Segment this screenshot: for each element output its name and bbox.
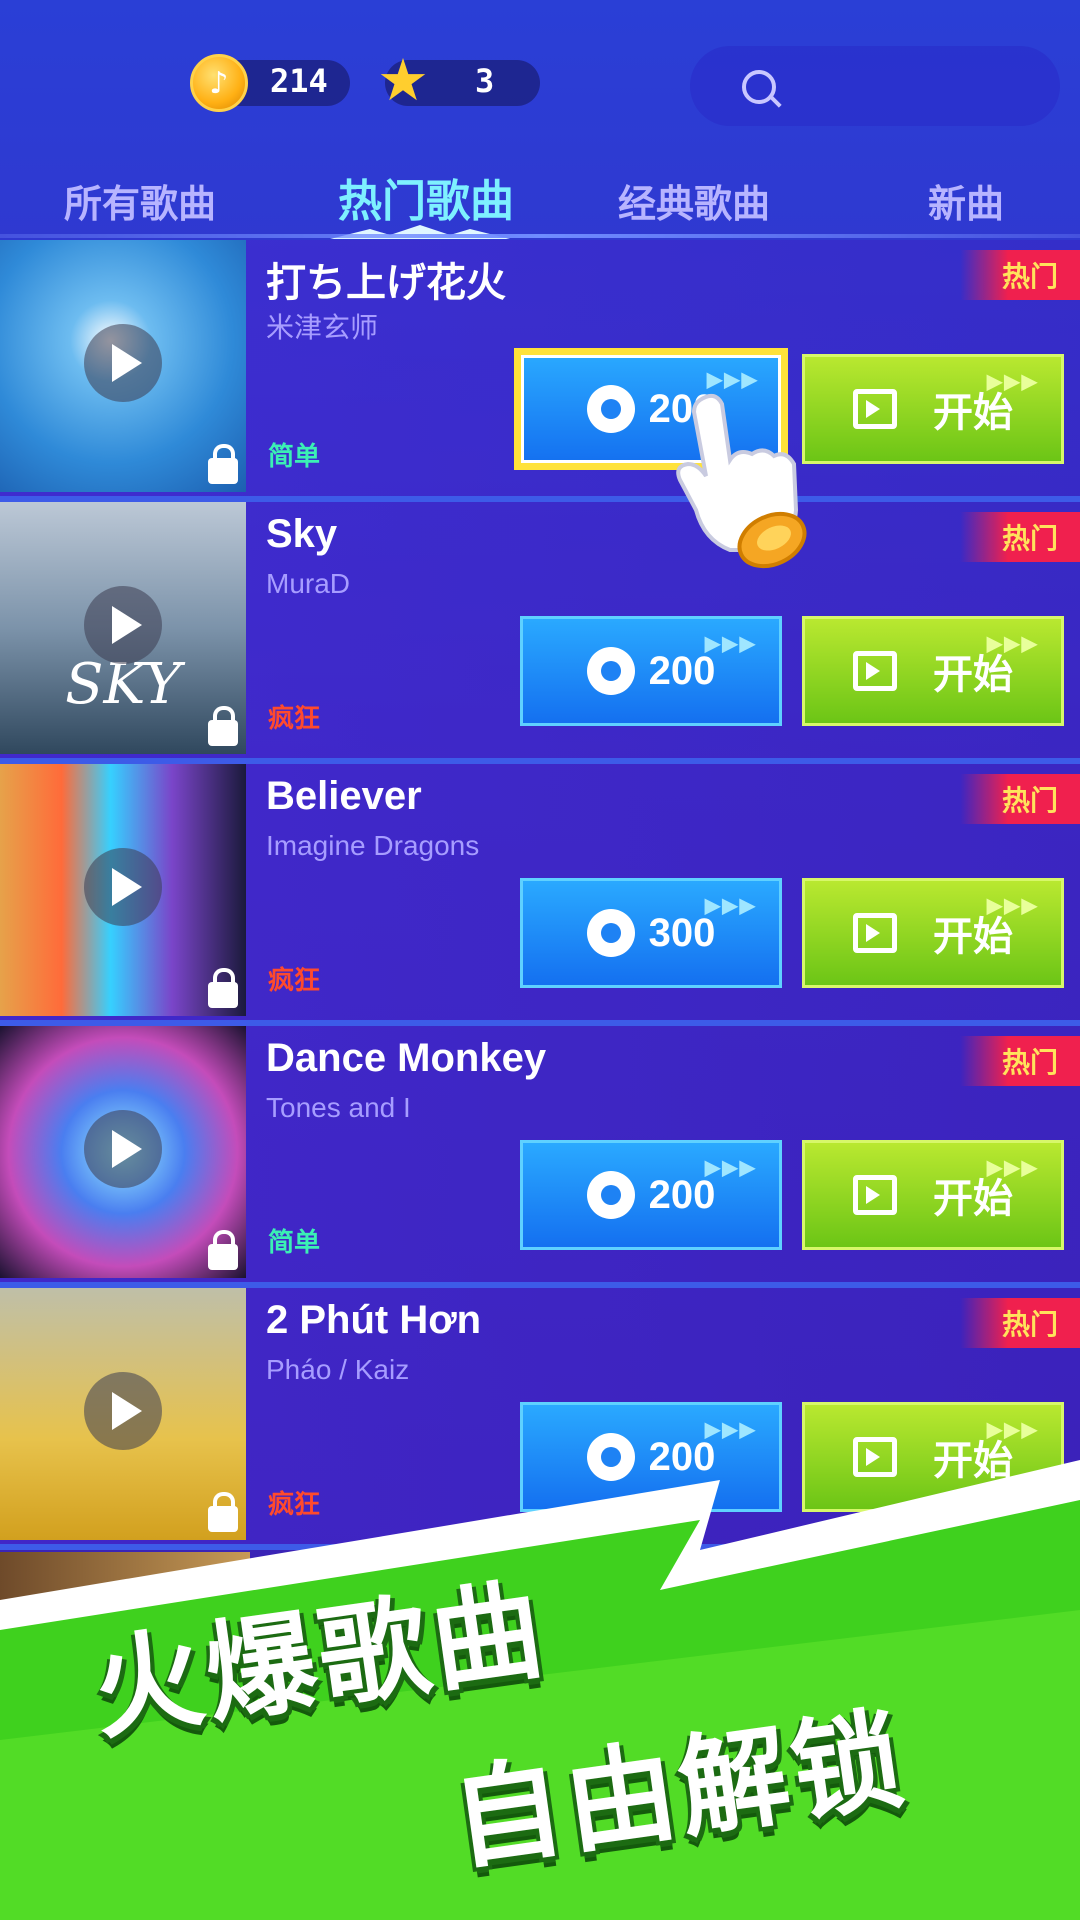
arrows-icon: ▶▶▶: [986, 1157, 1039, 1179]
start-video-button[interactable]: 开始 ▶▶▶: [802, 354, 1064, 464]
unlock-with-coins-button[interactable]: 200 ▶▶▶: [520, 1140, 782, 1250]
tab-new-songs[interactable]: 新曲: [928, 173, 1004, 228]
hot-badge: 热门: [960, 250, 1080, 300]
arrows-icon: ▶▶▶: [704, 1157, 757, 1179]
song-row: SKY Sky MuraD 疯狂 热门 200 ▶▶▶ 开始 ▶▶▶: [0, 502, 1080, 764]
song-title: Believer: [266, 774, 422, 818]
song-row: Dance Monkey Tones and I 简单 热门 200 ▶▶▶ 开…: [0, 1026, 1080, 1288]
video-icon: [853, 389, 897, 429]
play-preview-icon[interactable]: [84, 1110, 162, 1188]
video-icon: [853, 1175, 897, 1215]
start-video-button[interactable]: 开始 ▶▶▶: [802, 616, 1064, 726]
music-disc-icon: [586, 1171, 635, 1219]
hot-badge: 热门: [960, 512, 1080, 562]
difficulty-label: 简单: [268, 1228, 321, 1258]
arrows-icon: ▶▶▶: [704, 633, 757, 655]
tab-classic-songs[interactable]: 经典歌曲: [618, 173, 770, 228]
song-title: Dance Monkey: [266, 1036, 547, 1080]
difficulty-label: 疯狂: [268, 704, 321, 734]
album-cover[interactable]: SKY: [0, 502, 246, 754]
coin-count: 214: [270, 62, 328, 100]
start-video-button[interactable]: 开始 ▶▶▶: [802, 878, 1064, 988]
search-icon[interactable]: [742, 70, 776, 104]
song-artist: MuraD: [266, 568, 351, 599]
song-artist: Pháo / Kaiz: [266, 1354, 410, 1385]
arrows-icon: ▶▶▶: [986, 1419, 1039, 1441]
unlock-with-coins-button[interactable]: 200 ▶▶▶: [520, 616, 782, 726]
lock-icon: [208, 706, 238, 746]
song-row: Believer Imagine Dragons 疯狂 热门 300 ▶▶▶ 开…: [0, 764, 1080, 1026]
song-artist: 米津玄师: [266, 312, 379, 343]
arrows-icon: ▶▶▶: [986, 633, 1039, 655]
arrows-icon: ▶▶▶: [706, 369, 759, 391]
song-title: Sky: [266, 512, 338, 556]
lock-icon: [208, 1230, 238, 1270]
song-row: 打ち上げ花火 米津玄师 简单 热门 200 ▶▶▶ 开始 ▶▶▶: [0, 240, 1080, 502]
tab-hot-songs[interactable]: 热门歌曲: [338, 165, 514, 229]
music-disc-icon: [586, 647, 635, 695]
category-tabs: 所有歌曲 热门歌曲 经典歌曲 新曲: [0, 165, 1080, 239]
album-cover[interactable]: [0, 1026, 246, 1278]
hot-badge: 热门: [960, 1298, 1080, 1348]
play-preview-icon[interactable]: [84, 848, 162, 926]
tab-all-songs[interactable]: 所有歌曲: [64, 173, 216, 228]
arrows-icon: ▶▶▶: [986, 371, 1039, 393]
music-coin-icon: ♪: [190, 54, 248, 112]
hot-badge: 热门: [960, 774, 1080, 824]
video-icon: [853, 913, 897, 953]
difficulty-label: 疯狂: [268, 966, 321, 996]
arrows-icon: ▶▶▶: [704, 895, 757, 917]
music-disc-icon: [586, 909, 635, 957]
top-bar: ♪ 214 ★ 3: [0, 0, 1080, 180]
start-video-button[interactable]: 开始 ▶▶▶: [802, 1140, 1064, 1250]
lock-icon: [208, 968, 238, 1008]
arrows-icon: ▶▶▶: [986, 895, 1039, 917]
play-preview-icon[interactable]: [84, 586, 162, 664]
hot-badge: 热门: [960, 1036, 1080, 1086]
album-cover[interactable]: [0, 240, 246, 492]
play-preview-icon[interactable]: [84, 1372, 162, 1450]
tab-divider: [0, 234, 1080, 238]
pointing-hand-icon: [676, 393, 807, 569]
lock-icon: [208, 444, 238, 484]
album-cover[interactable]: [0, 764, 246, 1016]
star-count: 3: [475, 62, 495, 100]
song-list: 打ち上げ花火 米津玄师 简单 热门 200 ▶▶▶ 开始 ▶▶▶ SKY Sky…: [0, 240, 1080, 1550]
video-icon: [853, 651, 897, 691]
arrows-icon: ▶▶▶: [704, 1419, 757, 1441]
unlock-with-coins-button[interactable]: 300 ▶▶▶: [520, 878, 782, 988]
song-artist: Imagine Dragons: [266, 830, 480, 861]
difficulty-label: 简单: [268, 442, 321, 472]
music-disc-icon: [586, 385, 635, 433]
song-title: 打ち上げ花火: [266, 261, 506, 305]
star-icon: ★: [377, 46, 429, 114]
play-preview-icon[interactable]: [84, 324, 162, 402]
song-title: 2 Phút Hơn: [266, 1298, 482, 1342]
song-artist: Tones and I: [266, 1092, 411, 1123]
